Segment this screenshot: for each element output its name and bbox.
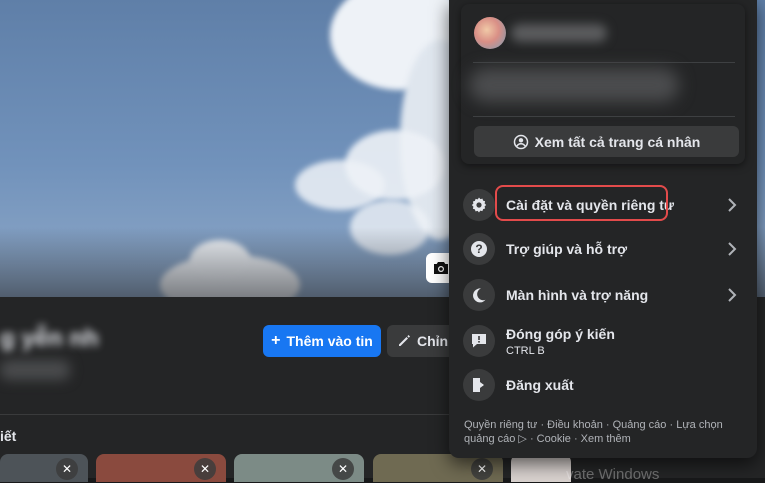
close-icon[interactable]: ✕ — [194, 458, 216, 480]
footer-links[interactable]: Quyền riêng tư · Điều khoản · Quảng cáo … — [464, 418, 744, 446]
card-divider — [473, 116, 735, 117]
gear-icon — [463, 189, 495, 221]
section-divider — [0, 414, 460, 415]
menu-item-help-support[interactable]: ? Trợ giúp và hỗ trợ — [457, 227, 751, 271]
avatar[interactable] — [474, 17, 506, 49]
user-circle-icon — [513, 134, 528, 149]
pencil-icon — [399, 335, 410, 346]
see-all-profiles-label: Xem tất cả trang cá nhân — [534, 133, 701, 150]
chevron-right-icon — [728, 242, 737, 256]
close-icon[interactable]: ✕ — [332, 458, 354, 480]
close-icon[interactable]: ✕ — [56, 458, 78, 480]
add-to-story-button[interactable]: + Thêm vào tin — [263, 325, 381, 357]
close-icon[interactable]: ✕ — [471, 458, 493, 480]
menu-item-feedback[interactable]: Đóng góp ý kiến CTRL B — [457, 318, 751, 364]
menu-item-display-accessibility[interactable]: Màn hình và trợ năng — [457, 273, 751, 317]
profile-card: Xem tất cả trang cá nhân — [461, 4, 745, 164]
card-divider — [473, 62, 735, 63]
svg-text:?: ? — [475, 242, 482, 256]
camera-icon — [434, 262, 448, 274]
menu-item-text: Đóng góp ý kiến CTRL B — [506, 326, 615, 357]
profile-name: g yễn nh — [0, 325, 99, 352]
menu-item-label: Đóng góp ý kiến — [506, 325, 615, 342]
logout-icon — [463, 369, 495, 401]
section-title: iết — [0, 428, 17, 444]
help-icon: ? — [463, 233, 495, 265]
menu-item-label: Đăng xuất — [506, 377, 574, 393]
menu-item-logout[interactable]: Đăng xuất — [457, 363, 751, 407]
add-to-story-label: Thêm vào tin — [286, 333, 373, 349]
menu-item-settings-privacy[interactable]: Cài đặt và quyền riêng tư — [457, 183, 751, 227]
keyboard-shortcut: CTRL B — [506, 344, 545, 357]
menu-item-label: Trợ giúp và hỗ trợ — [506, 241, 628, 257]
chevron-right-icon — [728, 288, 737, 302]
feedback-icon — [463, 325, 495, 357]
moon-icon — [463, 279, 495, 311]
account-menu: Xem tất cả trang cá nhân Cài đặt và quyề… — [449, 0, 757, 458]
activate-windows-watermark: vate Windows — [566, 466, 660, 483]
profile-subtext-blurred — [0, 360, 70, 380]
plus-icon: + — [271, 332, 281, 349]
see-all-profiles-button[interactable]: Xem tất cả trang cá nhân — [474, 126, 739, 157]
profile-name-blurred — [511, 24, 607, 42]
menu-item-label: Màn hình và trợ năng — [506, 287, 649, 303]
menu-item-label: Cài đặt và quyền riêng tư — [506, 197, 675, 213]
page-entry-blurred[interactable] — [469, 68, 679, 102]
chevron-right-icon — [728, 198, 737, 212]
